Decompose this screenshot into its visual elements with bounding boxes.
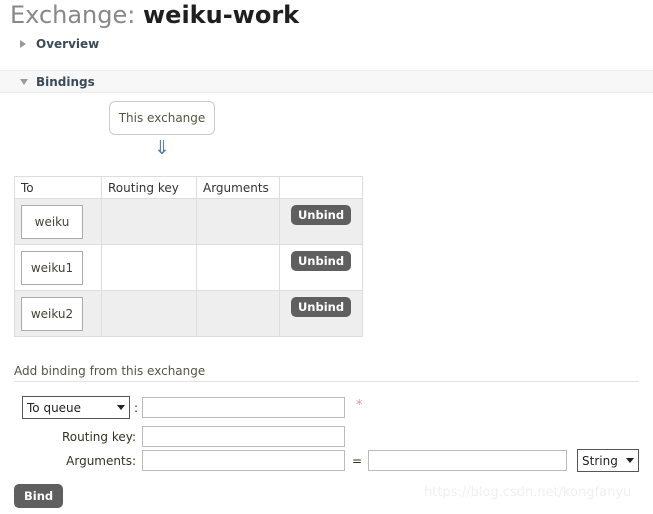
equals-sign: = bbox=[352, 454, 363, 468]
column-header-to: To bbox=[14, 176, 102, 199]
cell-action: Unbind bbox=[279, 290, 363, 337]
section-header-bindings-label: Bindings bbox=[36, 74, 95, 89]
form-divider bbox=[14, 381, 639, 382]
table-header-row: To Routing key Arguments bbox=[14, 176, 363, 199]
argument-key-input[interactable] bbox=[142, 450, 345, 471]
routing-key-input[interactable] bbox=[142, 426, 345, 447]
add-binding-title: Add binding from this exchange bbox=[14, 364, 206, 378]
argument-type-select[interactable]: String bbox=[577, 449, 639, 472]
destination-input[interactable] bbox=[142, 397, 345, 418]
cell-action: Unbind bbox=[279, 244, 363, 291]
page-title-label: Exchange: bbox=[10, 1, 136, 29]
cell-routing-key bbox=[101, 244, 197, 291]
unbind-button[interactable]: Unbind bbox=[290, 296, 352, 317]
table-row: weiku1 Unbind bbox=[14, 244, 363, 291]
section-header-overview[interactable]: Overview bbox=[0, 35, 653, 53]
triangle-right-icon bbox=[20, 40, 26, 48]
cell-routing-key bbox=[101, 198, 197, 245]
cell-to: weiku2 bbox=[14, 290, 102, 337]
cell-action: Unbind bbox=[279, 198, 363, 245]
cell-to: weiku1 bbox=[14, 244, 102, 291]
queue-link[interactable]: weiku2 bbox=[21, 296, 83, 331]
bindings-table: To Routing key Arguments weiku Unbind we… bbox=[14, 176, 363, 337]
table-row: weiku2 Unbind bbox=[14, 290, 363, 337]
destination-type-value: To queue bbox=[27, 400, 82, 415]
page-title-name: weiku-work bbox=[143, 1, 300, 29]
cell-arguments bbox=[196, 290, 280, 337]
destination-type-select[interactable]: To queue bbox=[22, 396, 130, 419]
down-double-arrow-icon: ⇓ bbox=[154, 137, 170, 159]
cell-to: weiku bbox=[14, 198, 102, 245]
routing-key-row: Routing key: bbox=[0, 426, 653, 448]
section-header-bindings[interactable]: Bindings bbox=[0, 70, 653, 93]
cell-routing-key bbox=[101, 290, 197, 337]
destination-row: To queue : * bbox=[0, 396, 653, 419]
page-title: Exchange: weiku-work bbox=[10, 1, 299, 29]
arguments-row: Arguments: = String bbox=[0, 449, 653, 472]
arguments-label: Arguments: bbox=[66, 454, 136, 468]
chevron-down-icon bbox=[117, 405, 125, 410]
triangle-down-icon bbox=[20, 78, 28, 85]
argument-type-value: String bbox=[582, 453, 618, 468]
column-header-arguments: Arguments bbox=[196, 176, 280, 199]
unbind-button[interactable]: Unbind bbox=[290, 204, 352, 225]
column-header-routing-key: Routing key bbox=[101, 176, 197, 199]
destination-colon: : bbox=[134, 401, 139, 415]
column-header-actions bbox=[279, 176, 363, 199]
queue-link[interactable]: weiku bbox=[21, 204, 83, 239]
queue-link[interactable]: weiku1 bbox=[21, 250, 83, 285]
table-row: weiku Unbind bbox=[14, 198, 363, 245]
this-exchange-node: This exchange bbox=[109, 101, 215, 135]
section-header-overview-label: Overview bbox=[36, 37, 100, 51]
required-asterisk: * bbox=[356, 398, 363, 413]
cell-arguments bbox=[196, 198, 280, 245]
cell-arguments bbox=[196, 244, 280, 291]
routing-key-label: Routing key: bbox=[62, 430, 136, 444]
unbind-button[interactable]: Unbind bbox=[290, 250, 352, 271]
this-exchange-label: This exchange bbox=[118, 111, 206, 125]
argument-value-input[interactable] bbox=[368, 450, 567, 471]
watermark: https://blog.csdn.net/kongfanyu bbox=[424, 485, 632, 500]
bind-button[interactable]: Bind bbox=[14, 484, 64, 508]
chevron-down-icon bbox=[626, 458, 634, 463]
